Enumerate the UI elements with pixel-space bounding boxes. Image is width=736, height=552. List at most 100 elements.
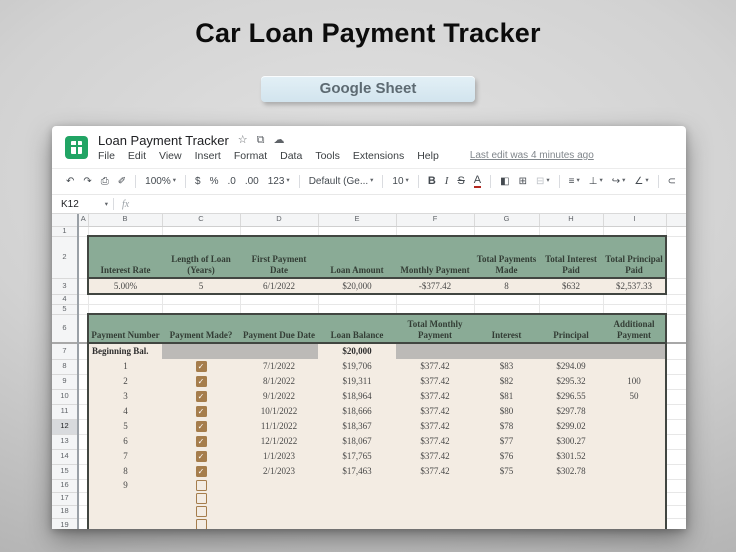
number-format-menu[interactable]: 123 ▾ <box>268 176 290 187</box>
cell-H7[interactable] <box>539 343 603 359</box>
payment-made-checkbox[interactable]: ✓ <box>195 361 207 373</box>
cell-F19[interactable] <box>396 518 474 529</box>
row-header-13[interactable]: 13 <box>52 434 79 450</box>
cell-F1[interactable] <box>396 226 475 237</box>
cell-X6[interactable] <box>666 314 686 344</box>
row-header-8[interactable]: 8 <box>52 359 79 375</box>
cell-H18[interactable] <box>539 505 603 518</box>
cell-G4[interactable] <box>474 294 540 305</box>
cell-E11[interactable]: $18,666 <box>318 404 396 419</box>
cell-C16[interactable] <box>162 479 240 492</box>
menu-insert[interactable]: Insert <box>195 150 221 162</box>
cell-X5[interactable] <box>666 304 686 315</box>
payment-header-D6[interactable]: Payment Due Date <box>240 313 318 344</box>
column-header-E[interactable]: E <box>318 214 397 227</box>
cell-F14[interactable]: $377.42 <box>396 449 474 464</box>
merge-cells-icon[interactable]: ⊟ ▾ <box>536 176 550 187</box>
cell-H4[interactable] <box>539 294 604 305</box>
cell-X13[interactable] <box>666 434 686 450</box>
cell-D15[interactable]: 2/1/2023 <box>240 464 318 479</box>
cell-C10[interactable]: ✓ <box>162 389 240 404</box>
cell-D13[interactable]: 12/1/2022 <box>240 434 318 449</box>
cell-B18[interactable] <box>87 505 162 518</box>
cell-B4[interactable] <box>88 294 163 305</box>
cell-H15[interactable]: $302.78 <box>539 464 603 479</box>
summary-value-C3[interactable]: 5 <box>162 278 240 295</box>
cell-E17[interactable] <box>318 492 396 505</box>
cell-G9[interactable]: $82 <box>474 374 539 389</box>
summary-header-D2[interactable]: First Payment Date <box>240 235 318 279</box>
payment-header-I6[interactable]: Additional Payment <box>603 313 667 344</box>
cell-X18[interactable] <box>666 505 686 519</box>
cell-X11[interactable] <box>666 404 686 420</box>
cell-B11[interactable]: 4 <box>87 404 162 419</box>
payment-header-H6[interactable]: Principal <box>539 313 603 344</box>
cell-F8[interactable]: $377.42 <box>396 359 474 374</box>
row-header-11[interactable]: 11 <box>52 404 79 420</box>
undo-icon[interactable]: ↶ <box>66 176 74 187</box>
cell-A16[interactable] <box>78 479 89 493</box>
cell-X19[interactable] <box>666 518 686 529</box>
cell-F16[interactable] <box>396 479 474 492</box>
cell-A6[interactable] <box>78 314 89 344</box>
cell-E16[interactable] <box>318 479 396 492</box>
cell-D8[interactable]: 7/1/2022 <box>240 359 318 374</box>
cell-A12[interactable] <box>78 419 89 435</box>
summary-header-F2[interactable]: Monthly Payment <box>396 235 474 279</box>
cell-F5[interactable] <box>396 304 475 315</box>
row-header-7[interactable]: 7 <box>52 342 79 360</box>
cell-B8[interactable]: 1 <box>87 359 162 374</box>
cell-H17[interactable] <box>539 492 603 505</box>
cell-G11[interactable]: $80 <box>474 404 539 419</box>
horizontal-align-icon[interactable]: ≡ ▾ <box>569 176 580 187</box>
summary-header-C2[interactable]: Length of Loan (Years) <box>162 235 240 279</box>
cell-H10[interactable]: $296.55 <box>539 389 603 404</box>
payment-made-checkbox[interactable]: ✓ <box>195 406 207 418</box>
cell-I16[interactable] <box>603 479 667 492</box>
cell-D7[interactable] <box>240 343 318 359</box>
cell-F18[interactable] <box>396 505 474 518</box>
format-currency-icon[interactable]: $ <box>195 176 201 187</box>
cell-H16[interactable] <box>539 479 603 492</box>
row-header-12[interactable]: 12 <box>52 419 79 435</box>
summary-header-E2[interactable]: Loan Amount <box>318 235 396 279</box>
cell-I17[interactable] <box>603 492 667 505</box>
cell-E10[interactable]: $18,964 <box>318 389 396 404</box>
menu-format[interactable]: Format <box>234 150 267 162</box>
cell-G8[interactable]: $83 <box>474 359 539 374</box>
cell-G19[interactable] <box>474 518 539 529</box>
cell-G16[interactable] <box>474 479 539 492</box>
cell-H9[interactable]: $295.32 <box>539 374 603 389</box>
cell-C8[interactable]: ✓ <box>162 359 240 374</box>
cell-X14[interactable] <box>666 449 686 465</box>
payment-made-checkbox[interactable] <box>195 480 207 492</box>
cell-B1[interactable] <box>88 226 163 237</box>
cell-A15[interactable] <box>78 464 89 480</box>
cloud-status-icon[interactable]: ☁ <box>274 134 285 146</box>
cell-A17[interactable] <box>78 492 89 506</box>
increase-decimal-icon[interactable]: .00 <box>245 176 259 187</box>
cell-H11[interactable]: $297.78 <box>539 404 603 419</box>
payment-made-checkbox[interactable]: ✓ <box>195 391 207 403</box>
cell-E1[interactable] <box>318 226 397 237</box>
beginning-balance-value[interactable]: $20,000 <box>318 343 396 359</box>
redo-icon[interactable]: ↷ <box>83 176 91 187</box>
cell-H12[interactable]: $299.02 <box>539 419 603 434</box>
text-wrap-icon[interactable]: ↪ ▾ <box>612 176 626 187</box>
payment-header-E6[interactable]: Loan Balance <box>318 313 396 344</box>
payment-header-G6[interactable]: Interest <box>474 313 539 344</box>
cell-I14[interactable] <box>603 449 667 464</box>
cell-A3[interactable] <box>78 278 89 295</box>
bold-icon[interactable]: B <box>428 176 436 187</box>
cell-I10[interactable]: 50 <box>603 389 667 404</box>
menu-view[interactable]: View <box>159 150 182 162</box>
cell-I5[interactable] <box>603 304 667 315</box>
payment-made-checkbox[interactable] <box>195 519 207 529</box>
cell-E14[interactable]: $17,765 <box>318 449 396 464</box>
cell-C5[interactable] <box>162 304 241 315</box>
payment-header-B6[interactable]: Payment Number <box>87 313 162 344</box>
cell-A13[interactable] <box>78 434 89 450</box>
cell-C7[interactable] <box>162 343 240 359</box>
row-header-4[interactable]: 4 <box>52 294 79 305</box>
menu-tools[interactable]: Tools <box>315 150 340 162</box>
